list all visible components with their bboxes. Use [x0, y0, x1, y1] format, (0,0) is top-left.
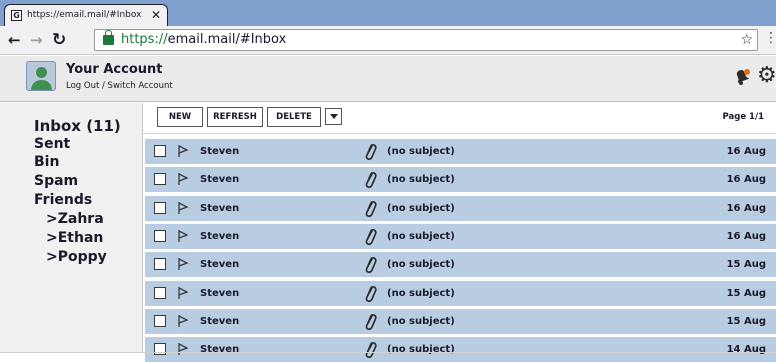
table-row[interactable]: Steven (no subject) 16 Aug [145, 195, 776, 221]
email-subject: (no subject) [387, 287, 455, 299]
sidebar-item-friends[interactable]: Friends [34, 192, 92, 208]
logout-switch-link[interactable]: Log Out / Switch Account [66, 81, 173, 91]
paperclip-icon [365, 172, 377, 189]
flag-icon[interactable] [177, 342, 189, 356]
email-sender: Steven [200, 202, 240, 214]
email-subject: (no subject) [387, 202, 455, 214]
table-row[interactable]: Steven (no subject) 16 Aug [145, 139, 776, 164]
paperclip-icon [365, 200, 377, 217]
url-scheme: https:// [121, 32, 168, 47]
paperclip-icon [365, 228, 377, 245]
browser-tab-strip: G https://email.mail/#Inbox ✕ [0, 0, 776, 26]
sidebar: Inbox (11) Sent Bin Spam Friends >Zahra … [0, 103, 143, 353]
row-checkbox[interactable] [154, 145, 166, 157]
account-name: Your Account [66, 62, 163, 77]
table-row[interactable]: Steven (no subject) 16 Aug [145, 167, 776, 193]
flag-icon[interactable] [177, 286, 189, 300]
row-checkbox[interactable] [154, 286, 166, 299]
account-bar: Your Account Log Out / Switch Account ⚙ [0, 56, 776, 102]
refresh-button[interactable]: REFRESH [207, 107, 263, 127]
row-checkbox[interactable] [154, 314, 166, 327]
email-date: 15 Aug [726, 259, 766, 271]
email-subject: (no subject) [387, 174, 455, 186]
paperclip-icon [365, 257, 377, 274]
email-sender: Steven [200, 230, 240, 242]
email-subject: (no subject) [387, 259, 455, 271]
row-checkbox[interactable] [154, 343, 166, 356]
email-date: 16 Aug [726, 202, 766, 214]
email-date: 14 Aug [726, 344, 766, 356]
row-checkbox[interactable] [154, 173, 166, 186]
sidebar-item-inbox[interactable]: Inbox (11) [34, 117, 121, 135]
email-subject: (no subject) [387, 344, 455, 356]
browser-favicon-icon: G [11, 10, 22, 21]
email-subject: (no subject) [387, 146, 455, 157]
paperclip-icon [365, 285, 377, 302]
inbox-main: NEW REFRESH DELETE Page 1/1 Steven (no su… [143, 103, 776, 362]
sidebar-item-spam[interactable]: Spam [34, 173, 78, 189]
email-sender: Steven [200, 315, 240, 327]
page-indicator: Page 1/1 [722, 112, 764, 122]
lock-icon [103, 30, 114, 45]
gear-icon[interactable]: ⚙ [757, 65, 776, 87]
email-sender: Steven [200, 344, 240, 356]
address-bar-area: ← → ↻ https://email.mail/#Inbox ☆ [0, 26, 776, 55]
table-row[interactable]: Steven (no subject) 16 Aug [145, 223, 776, 249]
table-row[interactable]: Steven (no subject) 15 Aug [145, 280, 776, 306]
notification-bell-icon[interactable] [733, 68, 751, 86]
row-checkbox[interactable] [154, 258, 166, 271]
email-sender: Steven [200, 287, 240, 299]
paperclip-icon [365, 313, 377, 330]
email-date: 15 Aug [726, 315, 766, 327]
browser-tab[interactable]: G https://email.mail/#Inbox ✕ [4, 4, 168, 26]
back-icon[interactable]: ← [8, 30, 21, 50]
browser-tab-title: https://email.mail/#Inbox [27, 10, 142, 20]
email-subject: (no subject) [387, 230, 455, 242]
forward-icon[interactable]: → [30, 30, 43, 50]
sidebar-item-zahra[interactable]: >Zahra [46, 211, 104, 227]
sidebar-item-ethan[interactable]: >Ethan [46, 230, 103, 246]
email-date: 16 Aug [726, 230, 766, 242]
url-field[interactable]: https://email.mail/#Inbox ☆ [94, 29, 758, 51]
sidebar-item-poppy[interactable]: >Poppy [46, 249, 107, 265]
reload-icon[interactable]: ↻ [52, 30, 66, 50]
delete-button[interactable]: DELETE [267, 107, 321, 127]
flag-icon[interactable] [177, 172, 189, 186]
tab-close-icon[interactable]: ✕ [151, 5, 161, 25]
email-date: 15 Aug [726, 287, 766, 299]
avatar[interactable] [26, 61, 56, 91]
email-sender: Steven [200, 146, 240, 157]
email-date: 16 Aug [726, 146, 766, 157]
paperclip-icon [365, 342, 377, 359]
menu-dots-icon[interactable]: ⋮ [764, 30, 776, 46]
star-icon[interactable]: ☆ [740, 30, 753, 50]
email-sender: Steven [200, 174, 240, 186]
flag-icon[interactable] [177, 144, 189, 158]
email-sender: Steven [200, 259, 240, 271]
sidebar-item-bin[interactable]: Bin [34, 154, 59, 170]
email-subject: (no subject) [387, 315, 455, 327]
table-row[interactable]: Steven (no subject) 15 Aug [145, 252, 776, 278]
table-row[interactable]: Steven (no subject) 14 Aug [145, 337, 776, 362]
new-button[interactable]: NEW [157, 107, 203, 127]
url-path: email.mail/#Inbox [167, 32, 287, 47]
flag-icon[interactable] [177, 314, 189, 328]
toolbar-divider [143, 133, 776, 134]
email-date: 16 Aug [726, 174, 766, 186]
row-checkbox[interactable] [154, 229, 166, 242]
flag-icon[interactable] [177, 201, 189, 215]
paperclip-icon [365, 143, 377, 161]
flag-icon[interactable] [177, 229, 189, 243]
table-row[interactable]: Steven (no subject) 15 Aug [145, 308, 776, 334]
sidebar-item-sent[interactable]: Sent [34, 136, 70, 152]
row-checkbox[interactable] [154, 201, 166, 214]
flag-icon[interactable] [177, 257, 189, 271]
chevron-down-icon[interactable] [325, 108, 342, 125]
